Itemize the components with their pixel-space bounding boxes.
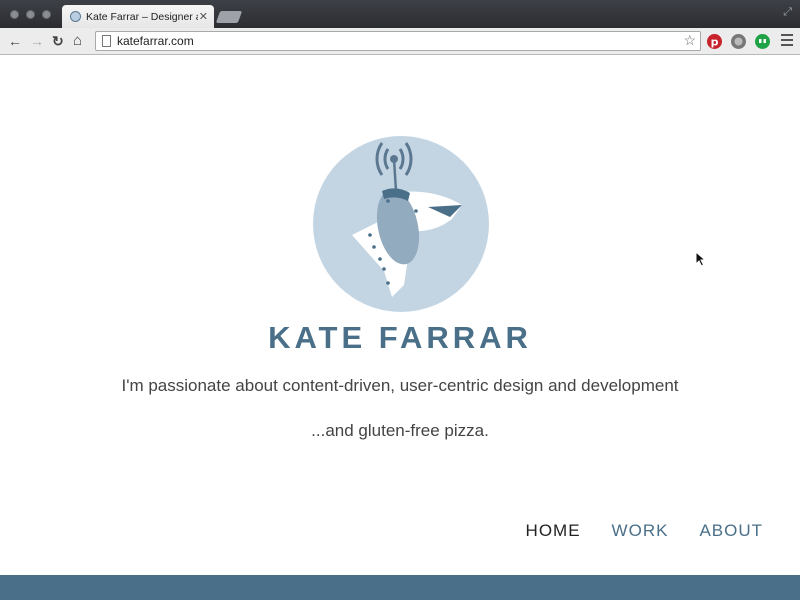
robot-dog-logo [313,136,489,312]
main-nav: HOME WORK ABOUT [495,521,763,541]
nav-home[interactable]: HOME [526,521,581,541]
tagline-secondary: ...and gluten-free pizza. [311,421,489,440]
new-tab-button[interactable] [215,11,243,23]
close-window-button[interactable] [10,10,19,19]
browser-toolbar: ← → ↻ ⌂ katefarrar.com ☆ p [0,28,800,55]
zoom-window-button[interactable] [42,10,51,19]
extension-icon[interactable] [731,34,746,49]
tagline: I'm passionate about content-driven, use… [121,376,679,395]
nav-about[interactable]: ABOUT [699,521,763,541]
home-button[interactable]: ⌂ [73,32,82,50]
nav-work[interactable]: WORK [612,521,669,541]
back-button[interactable]: ← [8,32,22,50]
hangouts-icon[interactable] [755,34,770,49]
url-text[interactable]: katefarrar.com [117,34,194,49]
footer-bar [0,575,800,600]
chrome-menu-icon[interactable] [781,34,793,47]
mouse-cursor-icon [695,251,706,267]
tab-close-icon[interactable]: ✕ [199,10,208,23]
page-content: KATE FARRAR I'm passionate about content… [0,56,800,600]
page-icon [102,35,111,47]
site-name: KATE FARRAR [268,320,532,355]
favicon-icon [70,11,81,22]
svg-text:p: p [711,36,719,49]
bookmark-star-icon[interactable]: ☆ [683,32,696,49]
minimize-window-button[interactable] [26,10,35,19]
forward-button[interactable]: → [30,32,44,50]
address-bar[interactable]: katefarrar.com ☆ [95,31,701,51]
pinterest-icon[interactable]: p [707,34,722,49]
fullscreen-icon[interactable]: ⤢ [783,6,792,19]
reload-button[interactable]: ↻ [52,32,64,50]
tab-title: Kate Farrar – Designer and Developer [86,10,198,23]
browser-titlebar: Kate Farrar – Designer and Developer ✕ ⤢ [0,0,800,28]
browser-tab[interactable]: Kate Farrar – Designer and Developer ✕ [62,5,214,28]
